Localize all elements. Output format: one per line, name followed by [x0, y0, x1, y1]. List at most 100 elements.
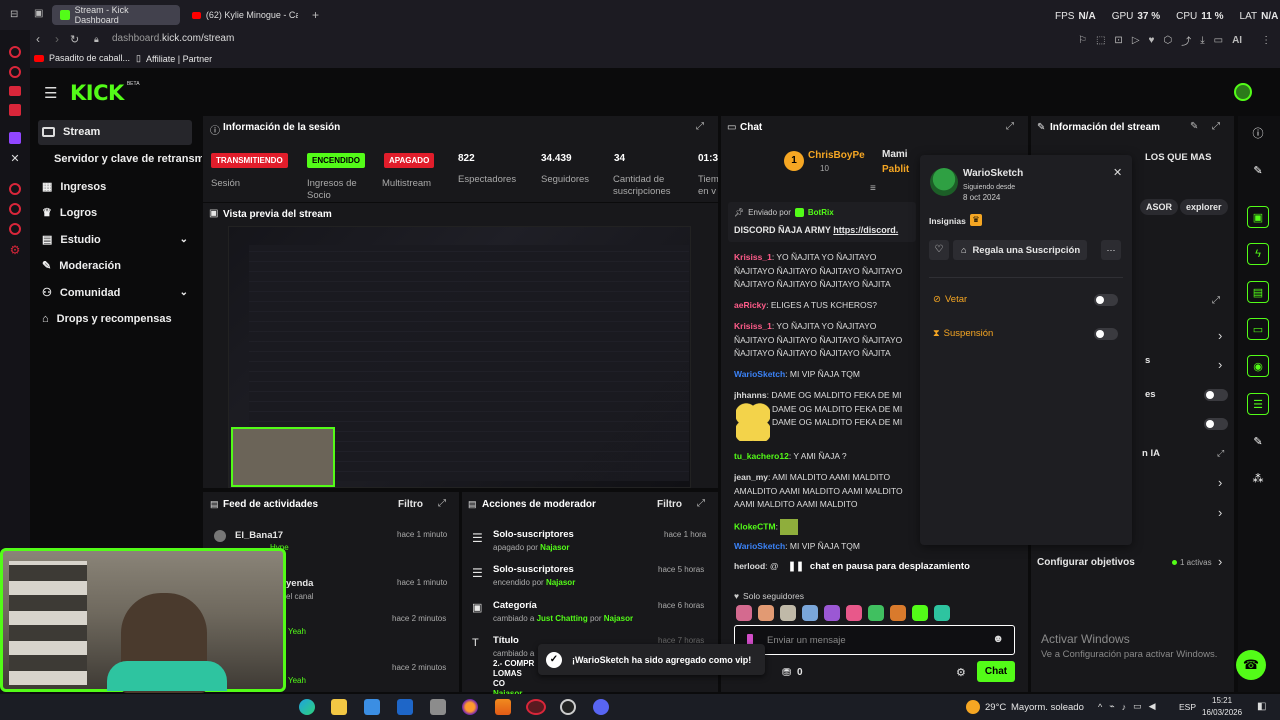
file-explorer-icon[interactable] — [331, 699, 347, 715]
emote-image[interactable] — [934, 605, 950, 621]
obs-icon[interactable] — [560, 699, 576, 715]
chat-paused-indicator[interactable]: ❚❚ chat en pausa para desplazamiento — [788, 561, 970, 572]
tag-chip[interactable]: ASOR — [1140, 199, 1179, 215]
mod-filter-button[interactable]: Filtro — [657, 499, 682, 510]
feed-user[interactable]: yenda — [286, 578, 313, 589]
chevron-right-icon[interactable]: › — [1218, 357, 1222, 372]
rail-app-icon[interactable] — [9, 46, 21, 58]
tabs-list-icon[interactable]: ▣ — [34, 8, 43, 19]
new-tab-icon[interactable]: + — [312, 8, 319, 22]
network-icon[interactable]: ⌁ — [1109, 701, 1114, 712]
share-icon[interactable]: ⤴ — [1181, 33, 1191, 48]
store-icon[interactable] — [364, 699, 380, 715]
sidebar-item-logros[interactable]: ♛ Logros — [42, 206, 97, 220]
pinned-message[interactable]: 📌︎ Enviado por BotRix DISCORD ÑAJA ARMY … — [728, 202, 916, 242]
info-icon[interactable]: ⓘ — [1247, 122, 1269, 144]
back-icon[interactable]: ‹ — [36, 32, 40, 46]
mic-icon[interactable]: ♪ — [1122, 702, 1127, 712]
capture-icon[interactable]: ▣ — [1247, 206, 1269, 228]
external-link-icon[interactable]: ⤢ — [1217, 448, 1224, 459]
nodes-icon[interactable]: ⁂ — [1247, 467, 1269, 489]
edit-icon[interactable]: ✎ — [1247, 159, 1269, 181]
sidebar-item-drops[interactable]: ⌂ Drops y recompensas — [42, 313, 172, 325]
expand-icon[interactable]: ⤢ — [438, 498, 446, 509]
follow-heart-button[interactable]: ♡ — [929, 240, 949, 260]
edit-icon[interactable]: ✎ — [1190, 121, 1198, 132]
chevron-right-icon[interactable]: › — [1218, 328, 1222, 343]
gifter-name[interactable]: Mami — [882, 149, 908, 160]
url-field[interactable]: dashboard.kick.com/stream — [112, 33, 234, 44]
sidebar-item-stream-key[interactable]: Servidor y clave de retransmisión — [54, 153, 202, 165]
chat-send-button[interactable]: Chat — [977, 661, 1015, 682]
opera-icon[interactable] — [526, 699, 546, 715]
expand-icon[interactable]: ⤢ — [697, 498, 705, 509]
clock-date[interactable]: 16/03/2026 — [1202, 708, 1242, 717]
outlook-icon[interactable] — [397, 699, 413, 715]
notifications-icon[interactable]: ◧ — [1257, 701, 1266, 712]
bookmark-icon[interactable]: ⚐ — [1078, 35, 1087, 46]
play-icon[interactable]: ▷ — [1132, 35, 1140, 46]
volume-icon[interactable]: ◀ — [1149, 701, 1156, 712]
timeout-toggle[interactable] — [1094, 328, 1118, 340]
forward-icon[interactable]: › — [55, 32, 59, 46]
edge-icon[interactable] — [299, 699, 315, 715]
settings-icon[interactable]: ⚙ — [10, 243, 21, 257]
app-icon[interactable] — [430, 699, 446, 715]
heart-icon[interactable]: ♥ — [1149, 35, 1155, 46]
close-icon[interactable]: ✕ — [1113, 166, 1122, 179]
emote-image[interactable] — [802, 605, 818, 621]
sidebar-item-stream[interactable]: Stream — [42, 126, 100, 138]
top-gifter-name[interactable]: ChrisBoyPe — [808, 150, 865, 161]
points-icon[interactable]: ⛃ — [782, 666, 791, 679]
rail-app-icon[interactable] — [9, 223, 21, 235]
support-button[interactable]: ☎ — [1236, 650, 1266, 680]
document-icon[interactable]: ▤ — [1247, 281, 1269, 303]
download-icon[interactable]: ⤓ — [1200, 35, 1204, 46]
chat-input-box[interactable]: Enviar un mensaje ☻ — [734, 625, 1015, 655]
ban-toggle[interactable] — [1094, 294, 1118, 306]
chat-settings-icon[interactable]: ⚙ — [956, 666, 966, 679]
input-language[interactable]: ESP — [1179, 702, 1196, 712]
ai-icon[interactable]: AI — [1232, 35, 1242, 46]
emote-image[interactable] — [846, 605, 862, 621]
emote-image[interactable] — [758, 605, 774, 621]
expand-icon[interactable]: ⤢ — [1212, 295, 1220, 306]
chat-settings-icon[interactable]: ≡ — [870, 183, 876, 194]
sidebar-item-estudio[interactable]: ▤ Estudio ⌄ — [42, 233, 188, 247]
kick-logo[interactable]: KICK BETA — [70, 81, 140, 105]
emote-image[interactable] — [780, 605, 796, 621]
user-card-name[interactable]: WarioSketch — [963, 168, 1023, 179]
tag-chip[interactable]: explorer — [1180, 199, 1228, 215]
hamburger-menu-icon[interactable]: ☰ — [44, 84, 57, 102]
feed-filter-button[interactable]: Filtro — [398, 499, 423, 510]
capture-icon[interactable]: ⊡ — [1114, 35, 1122, 46]
emote-image[interactable] — [736, 605, 752, 621]
bookmark-item[interactable]: ▯ Affiliate | Partner — [136, 53, 212, 64]
chevron-up-icon[interactable]: ^ — [1098, 702, 1102, 712]
firefox-icon[interactable] — [462, 699, 478, 715]
bookmark-item[interactable]: Pasadito de caball... — [34, 53, 130, 63]
feed-user[interactable]: El_Bana17 — [235, 530, 283, 541]
configure-goals-label[interactable]: Configurar objetivos — [1037, 557, 1135, 568]
setting-toggle[interactable] — [1204, 389, 1228, 401]
expand-icon[interactable]: ⤢ — [1006, 121, 1014, 132]
chevron-right-icon[interactable]: › — [1218, 505, 1222, 520]
sidebar-item-ingresos[interactable]: ▦ Ingresos — [42, 180, 106, 194]
wallet-icon[interactable]: ▭ — [1214, 35, 1223, 46]
emote-image[interactable] — [912, 605, 928, 621]
expand-icon[interactable]: ⤢ — [1212, 121, 1220, 132]
stream-preview-video[interactable] — [228, 226, 691, 488]
discord-icon[interactable] — [593, 699, 609, 715]
rail-app-icon[interactable] — [9, 203, 21, 215]
tab-kick-dashboard[interactable]: Stream - Kick Dashboard — [52, 5, 180, 25]
user-avatar[interactable] — [1234, 83, 1252, 101]
vlc-icon[interactable] — [495, 699, 511, 715]
rail-app-icon[interactable] — [9, 104, 21, 116]
emoji-icon[interactable]: ☻ — [992, 633, 1004, 645]
wrench-icon[interactable]: ✎ — [1247, 430, 1269, 452]
gifter-name[interactable]: Pablit — [882, 164, 909, 175]
x-icon[interactable]: ✕ — [10, 152, 19, 165]
expand-icon[interactable]: ⤢ — [696, 121, 704, 132]
chat-bubble-icon[interactable]: ▭ — [1247, 318, 1269, 340]
list-icon[interactable]: ☰ — [1247, 393, 1269, 415]
